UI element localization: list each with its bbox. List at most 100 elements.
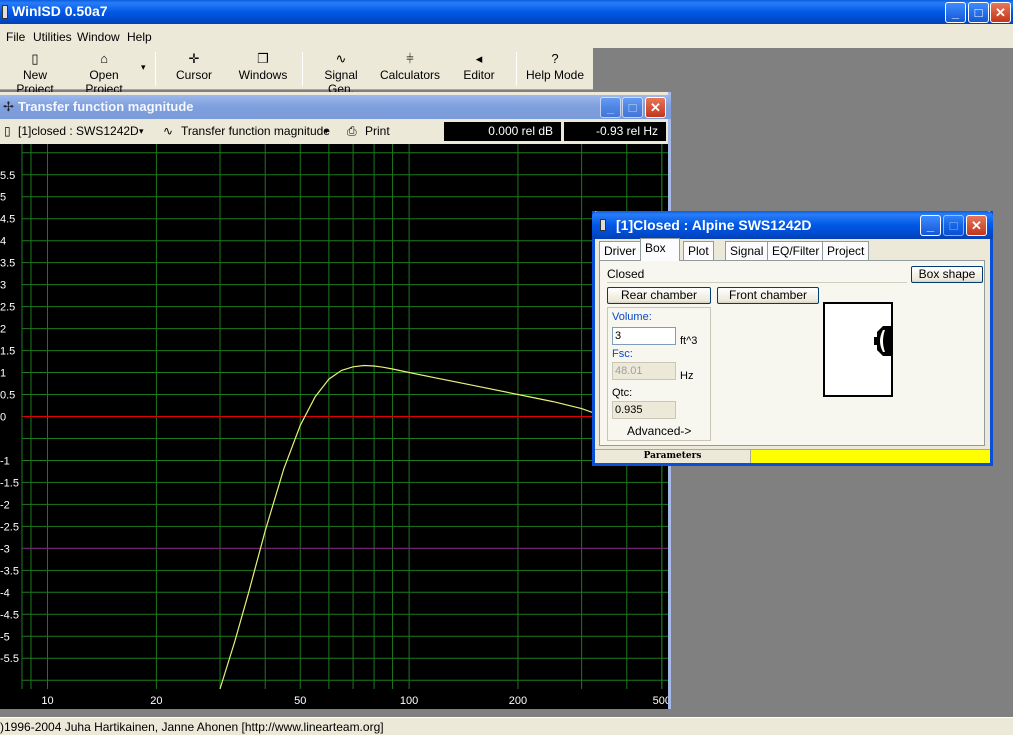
x-tick-label: 500 (653, 695, 668, 707)
calculators-button[interactable]: ⫩ Calculators (379, 50, 441, 88)
maximize-button[interactable]: □ (968, 2, 989, 23)
plot-type-icon: ∿ (163, 124, 174, 138)
volume-unit: ft^3 (680, 335, 698, 347)
plot-type-dropdown-icon[interactable]: ▾ (324, 126, 329, 137)
print-icon: ⎙ (347, 124, 357, 138)
box-dialog: [1]Closed : Alpine SWS1242D _ □ ✕ Driver… (592, 211, 993, 466)
plot-type-select[interactable]: Transfer function magnitude (181, 124, 330, 138)
app-icon (2, 5, 8, 19)
menu-window[interactable]: Window (77, 30, 120, 44)
y-tick-label: -5.5 (0, 653, 19, 665)
open-project-button[interactable]: ⌂ Open Project (70, 50, 138, 96)
toolbar: ▯ New Project ⌂ Open Project ▾ ✛ Cursor … (0, 48, 593, 96)
minimize-button[interactable]: _ (945, 2, 966, 23)
y-tick-label: -4 (0, 587, 10, 599)
menu-help[interactable]: Help (127, 30, 152, 44)
volume-input[interactable]: 3 (612, 327, 676, 345)
plot-area[interactable]: 5.5 5 4.5 4 3.5 3 2.5 2 1.5 1 0.5 0 -1 -1.5 -2 -2.5 -3 -3… (0, 144, 668, 709)
speaker-in-box-icon (874, 326, 891, 356)
calculator-icon: ⫩ (406, 51, 414, 66)
help-mode-button[interactable]: ? Help Mode (525, 50, 585, 88)
qtc-label: Qtc: (612, 387, 633, 399)
tab-eq-filter[interactable]: EQ/Filter (767, 241, 825, 260)
pin-icon: ✢ (3, 99, 14, 114)
dialog-close-button[interactable]: ✕ (966, 215, 987, 236)
tab-signal[interactable]: Signal (725, 241, 769, 260)
cursor-icon: ✛ (188, 51, 200, 66)
box-type-field[interactable]: Closed (607, 267, 907, 283)
windows-label: Windows (238, 68, 288, 82)
cursor-button[interactable]: ✛ Cursor (168, 50, 220, 88)
box-shape-button[interactable]: Box shape (911, 266, 983, 283)
new-project-button[interactable]: ▯ New Project (3, 50, 67, 96)
menu-utilities[interactable]: Utilities (33, 30, 72, 44)
box-tab-panel: Closed Box shape Rear chamber Front cham… (599, 260, 985, 446)
y-tick-label: 4.5 (0, 214, 15, 226)
y-tick-label: -1.5 (0, 477, 19, 489)
volume-label: Volume: (612, 311, 652, 323)
y-tick-label: -1 (0, 455, 10, 467)
y-tick-label: -5 (0, 631, 10, 643)
readout-hz: -0.93 rel Hz (564, 122, 666, 141)
y-tick-label: 0.5 (0, 390, 15, 402)
transfer-function-curve (219, 364, 597, 690)
plot-window-titlebar[interactable]: ✢ Transfer function magnitude _ □ ✕ (0, 95, 671, 119)
toolbar-separator (302, 52, 303, 86)
calculators-label: Calculators (379, 68, 441, 82)
x-tick-label: 50 (294, 695, 306, 707)
transfer-function-chart[interactable]: 5.5 5 4.5 4 3.5 3 2.5 2 1.5 1 0.5 0 -1 -1.5 -2 -2.5 -3 -3… (0, 144, 668, 709)
app-status-bar: )1996-2004 Juha Hartikainen, Janne Ahone… (0, 717, 1013, 735)
close-button[interactable]: ✕ (990, 2, 1011, 23)
editor-button[interactable]: ◂ Editor (459, 50, 499, 88)
readout-db: 0.000 rel dB (444, 122, 561, 141)
x-tick-label: 20 (150, 695, 162, 707)
advanced-button[interactable]: Advanced-> (627, 424, 691, 438)
dialog-minimize-button[interactable]: _ (920, 215, 941, 236)
speaker-editor-icon: ◂ (475, 51, 483, 66)
tab-driver[interactable]: Driver (599, 241, 641, 260)
fsc-field: 48.01 (612, 362, 676, 380)
y-tick-label: 3 (0, 280, 6, 292)
y-tick-label: 1 (0, 368, 6, 380)
y-tick-label: 3.5 (0, 258, 15, 270)
rear-chamber-button[interactable]: Rear chamber (607, 287, 711, 304)
front-chamber-button[interactable]: Front chamber (717, 287, 819, 304)
y-tick-label: 0 (0, 412, 6, 424)
dialog-title: [1]Closed : Alpine SWS1242D (616, 217, 812, 233)
toolbar-separator (516, 52, 517, 86)
plot-maximize-button[interactable]: □ (622, 97, 643, 118)
print-button[interactable]: Print (365, 124, 390, 138)
tab-project[interactable]: Project (822, 241, 870, 260)
fsc-label: Fsc: (612, 348, 633, 360)
menu-file[interactable]: File (6, 30, 25, 44)
tab-plot[interactable]: Plot (683, 241, 714, 260)
new-project-icon: ▯ (31, 51, 39, 66)
parameters-status-cell: Parameters (595, 450, 751, 463)
signal-gen-button[interactable]: ∿ Signal Gen. (310, 50, 372, 96)
y-tick-label: -2.5 (0, 521, 19, 533)
x-tick-label: 10 (41, 695, 53, 707)
tab-box[interactable]: Box (640, 238, 680, 261)
plot-toolbar: ▯ [1]closed : SWS1242D ▾ ∿ Transfer func… (0, 120, 668, 143)
cursor-label: Cursor (175, 68, 212, 82)
project-select[interactable]: [1]closed : SWS1242D (18, 124, 139, 138)
open-folder-icon: ⌂ (100, 51, 108, 66)
plot-close-button[interactable]: ✕ (645, 97, 666, 118)
help-mode-label: Help Mode (525, 68, 585, 82)
toolbar-empty-area (593, 48, 1013, 90)
app-titlebar[interactable]: WinISD 0.50a7 _ □ ✕ (0, 0, 1013, 24)
windows-icon: ❐ (257, 51, 269, 66)
plot-minimize-button[interactable]: _ (600, 97, 621, 118)
box-preview (823, 302, 893, 397)
project-select-dropdown-icon[interactable]: ▾ (139, 126, 144, 137)
rear-chamber-group: Volume: 3 ft^3 Fsc: 48.01 Hz Qtc: 0.935 … (607, 307, 711, 441)
dialog-icon (600, 219, 606, 231)
transfer-function-window: ✢ Transfer function magnitude _ □ ✕ ▯ [1… (0, 92, 671, 709)
app-title: WinISD 0.50a7 (12, 3, 108, 19)
x-tick-label: 100 (400, 695, 418, 707)
y-tick-label: 4 (0, 236, 6, 248)
windows-button[interactable]: ❐ Windows (236, 50, 290, 88)
open-project-dropdown-icon[interactable]: ▾ (141, 62, 146, 73)
dialog-titlebar[interactable]: [1]Closed : Alpine SWS1242D _ □ ✕ (592, 211, 993, 239)
dialog-maximize-button[interactable]: □ (943, 215, 964, 236)
